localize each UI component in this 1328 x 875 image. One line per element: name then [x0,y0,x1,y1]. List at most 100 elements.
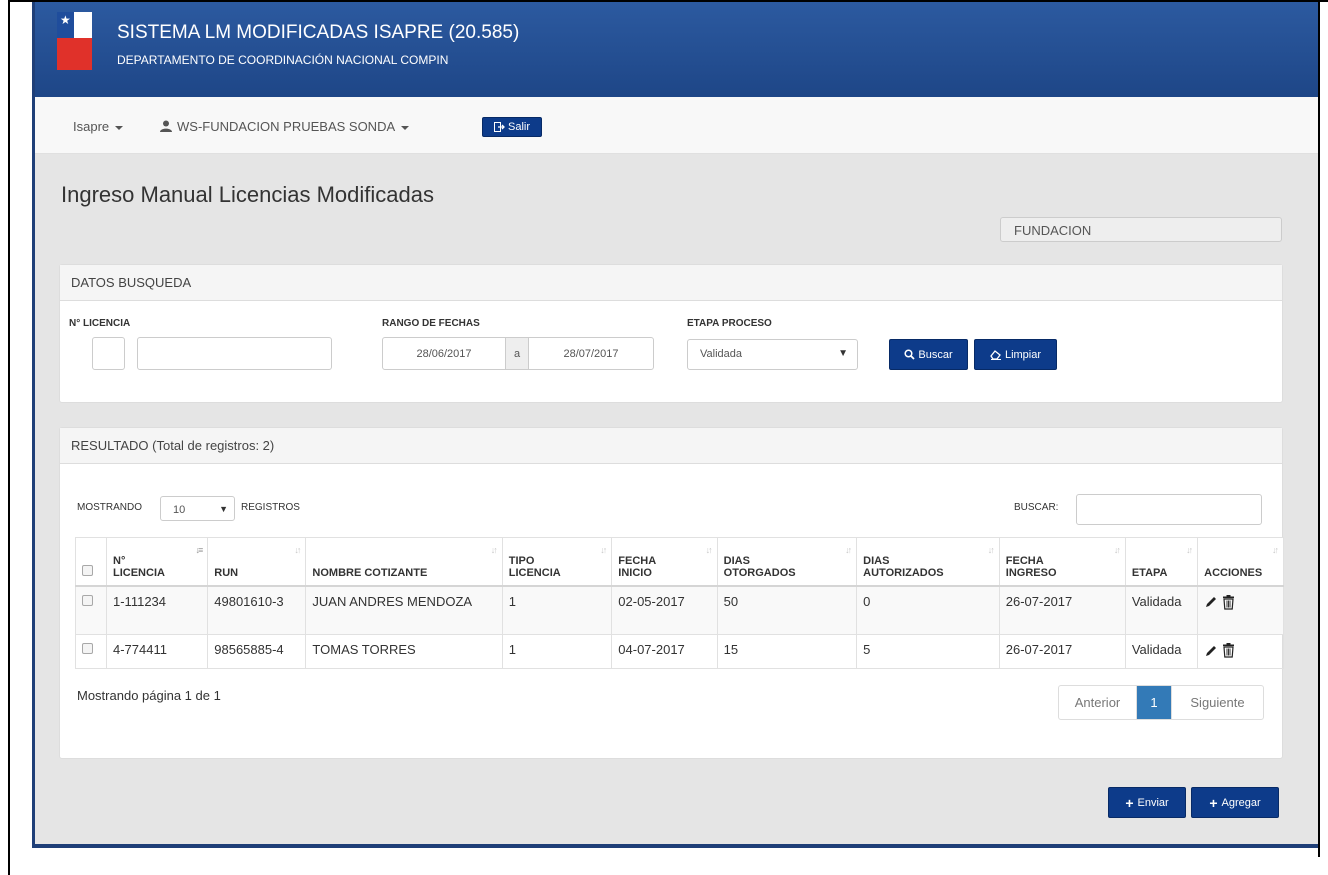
user-icon [160,120,172,132]
page-info: Mostrando página 1 de 1 [77,688,221,703]
filter-input[interactable] [1076,494,1262,525]
records-label: REGISTROS [241,502,300,513]
app-header: ★ SISTEMA LM MODIFICADAS ISAPRE (20.585)… [35,2,1318,97]
logout-button-label: Salir [507,121,530,133]
date-to-input[interactable]: 28/07/2017 [528,337,654,370]
plus-icon: + [1125,794,1134,811]
logout-button[interactable]: Salir [482,117,542,137]
results-panel-title: RESULTADO (Total de registros: 2) [60,428,1282,464]
row-checkbox[interactable] [82,643,93,654]
add-button-label: Agregar [1221,796,1261,809]
stage-select-value: Validada [700,348,742,360]
top-navbar: Isapre WS-FUNDACION PRUEBAS SONDA [35,97,1318,154]
stage-label: ETAPA PROCESO [687,318,772,329]
eraser-icon [990,349,1001,360]
user-menu-label: WS-FUNDACION PRUEBAS SONDA [177,119,396,134]
cell-granted-days: 15 [716,634,858,669]
chevron-down-icon [115,125,124,130]
select-all-header [75,537,107,587]
date-separator: a [505,337,529,370]
search-icon [904,349,916,360]
system-subtitle: DEPARTAMENTO DE COORDINACIÓN NACIONAL CO… [117,53,449,67]
government-logo: ★ [57,12,92,70]
pagination-next[interactable]: Siguiente [1171,686,1263,719]
cell-authorized-days: 0 [856,585,1000,635]
license-number-input[interactable] [137,337,332,370]
column-actions[interactable]: ACCIONES ↓↑ [1197,537,1284,587]
cell-actions [1197,585,1284,635]
cell-run: 98565885-4 [207,634,307,669]
user-menu[interactable]: WS-FUNDACION PRUEBAS SONDA [160,119,410,134]
row-checkbox[interactable] [82,594,93,606]
page-size-select[interactable]: 10 ▼ [160,496,235,521]
cell-type: 1 [501,585,613,635]
plus-icon: + [1209,794,1218,811]
cell-entry-date: 26-07-2017 [998,634,1126,669]
cell-type: 1 [501,634,613,669]
trash-icon[interactable] [1222,594,1235,610]
results-table: N° LICENCIA ↓≡ RUN ↓↑ NOMBRE COTIZANTE ↓↑ TI… [75,537,1284,669]
sort-icon: ↓↑ [1186,545,1193,555]
date-from-input[interactable]: 28/06/2017 [382,337,506,370]
show-entries-label: MOSTRANDO [77,502,142,513]
sort-icon: ↓↑ [1113,545,1121,555]
cell-granted-days: 50 [716,585,858,635]
send-button-label: Enviar [1137,796,1169,809]
add-button[interactable]: + Agregar [1191,787,1279,818]
cell-authorized-days: 5 [856,634,1000,669]
send-button[interactable]: + Enviar [1108,787,1186,818]
license-label: N° LICENCIA [69,318,131,329]
column-run[interactable]: RUN ↓↑ [207,537,307,587]
search-panel: DATOS BUSQUEDA [59,264,1283,403]
cell-license: 1-111234 [105,585,209,635]
row-select-cell [75,634,107,669]
sort-icon: ↓↑ [705,545,713,555]
column-type[interactable]: TIPO LICENCIA ↓↑ [501,537,613,587]
system-title: SISTEMA LM MODIFICADAS ISAPRE (20.585) [117,22,520,43]
stage-select[interactable]: Validada ▼ [687,339,858,370]
entity-field: FUNDACION [1000,217,1282,242]
chevron-down-icon [401,125,410,130]
cell-name: JUAN ANDRES MENDOZA [305,585,503,635]
sort-icon: ↓↑ [490,545,498,555]
isapre-menu-label: Isapre [73,119,110,134]
search-panel-title: DATOS BUSQUEDA [60,265,1282,301]
logout-icon [493,122,505,132]
sort-icon: ↓↑ [845,545,852,555]
column-license[interactable]: N° LICENCIA ↓≡ [105,537,209,587]
clear-button[interactable]: Limpiar [974,339,1057,370]
pencil-icon[interactable] [1204,595,1218,609]
column-stage[interactable]: ETAPA ↓↑ [1124,537,1199,587]
column-start-date[interactable]: FECHA INICIO ↓↑ [611,537,718,587]
license-prefix-input[interactable] [92,337,125,370]
app-frame: ★ SISTEMA LM MODIFICADAS ISAPRE (20.585)… [32,2,1318,848]
column-entry-date[interactable]: FECHA INGRESO ↓↑ [998,537,1126,587]
row-select-cell [75,585,107,635]
sort-asc-icon: ↓≡ [195,545,204,555]
pencil-icon[interactable] [1204,644,1218,658]
search-button[interactable]: Buscar [889,339,968,370]
chevron-down-icon: ▼ [219,504,228,514]
pagination-page-1[interactable]: 1 [1137,686,1171,719]
sort-icon: ↓↑ [294,545,301,555]
page-border-right [1318,0,1320,857]
sort-icon: ↓↑ [987,545,995,555]
cell-entry-date: 26-07-2017 [998,585,1126,635]
clear-button-label: Limpiar [1004,348,1042,361]
cell-start-date: 04-07-2017 [611,634,718,669]
cell-actions [1197,634,1284,669]
column-granted-days[interactable]: DIAS OTORGADOS ↓↑ [716,537,858,587]
filter-label: BUSCAR: [1014,502,1059,513]
column-authorized-days[interactable]: DIAS AUTORIZADOS ↓↑ [856,537,1000,587]
column-name[interactable]: NOMBRE COTIZANTE ↓↑ [305,537,503,587]
table-row: 4-774411 98565885-4 TOMAS TORRES 1 04-07… [75,634,1284,669]
cell-name: TOMAS TORRES [305,634,503,669]
select-all-checkbox[interactable] [82,564,93,576]
table-row: 1-111234 49801610-3 JUAN ANDRES MENDOZA … [75,585,1284,635]
isapre-menu[interactable]: Isapre [73,119,124,134]
cell-run: 49801610-3 [207,585,307,635]
search-button-label: Buscar [918,348,953,361]
chevron-down-icon: ▼ [838,348,848,359]
trash-icon[interactable] [1222,643,1235,658]
pagination-prev[interactable]: Anterior [1059,686,1137,719]
